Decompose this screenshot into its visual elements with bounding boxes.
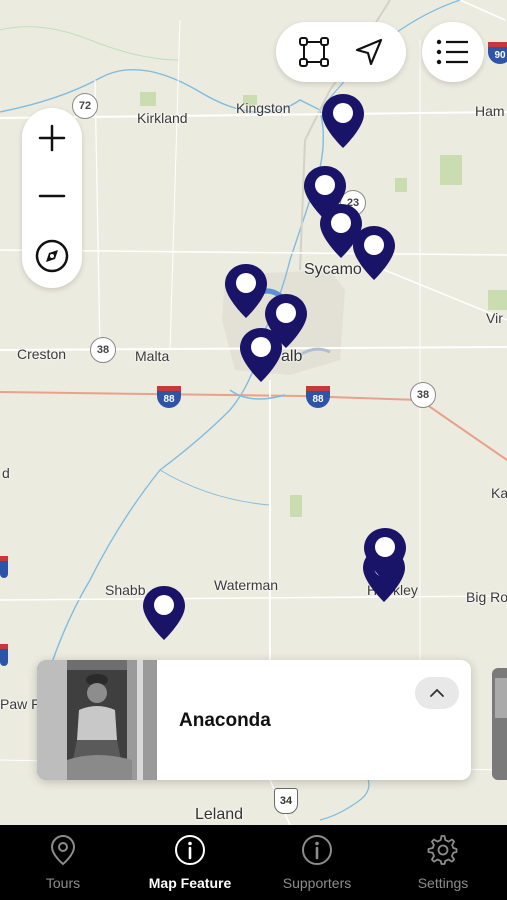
feature-photo	[492, 668, 507, 780]
compass-button[interactable]	[22, 226, 82, 286]
zoom-in-button[interactable]	[22, 108, 82, 168]
place-label: Ham	[475, 103, 505, 119]
place-label: Ka	[491, 485, 507, 501]
locate-button[interactable]	[336, 22, 401, 82]
interstate-shield: 90	[488, 42, 507, 64]
tab-label: Supporters	[282, 875, 352, 891]
info-icon	[302, 835, 332, 865]
interstate-shield	[0, 644, 8, 666]
place-label: alb	[281, 348, 303, 365]
map-view[interactable]: Kirkland Kingston Ham Sycamo Vir Creston…	[0, 0, 507, 825]
zoom-out-button[interactable]	[22, 166, 82, 226]
us-highway-shield: 34	[274, 788, 298, 814]
minus-icon	[38, 194, 66, 198]
tab-label: Settings	[417, 875, 469, 891]
place-label: Waterman	[214, 577, 279, 593]
feature-card[interactable]: Anaconda	[37, 660, 471, 780]
tab-settings[interactable]: Settings	[380, 825, 506, 900]
info-icon	[175, 835, 205, 865]
chevron-up-icon	[430, 688, 444, 697]
map-pin[interactable]	[320, 92, 366, 150]
map-pin[interactable]	[238, 326, 284, 384]
place-label: Big Ro	[466, 589, 507, 605]
place-label: Leland	[195, 806, 244, 823]
tab-label: Map Feature	[148, 875, 232, 891]
place-label: Paw P	[0, 696, 41, 712]
gear-icon	[427, 835, 458, 865]
place-label: Malta	[135, 348, 170, 364]
place-label: d	[2, 465, 10, 481]
select-area-icon	[298, 37, 329, 67]
feature-photo	[37, 660, 157, 780]
compass-icon	[35, 239, 69, 273]
expand-card-button[interactable]	[415, 677, 459, 709]
location-pin-icon	[50, 834, 76, 866]
interstate-shield	[0, 556, 8, 578]
place-label: Creston	[17, 346, 67, 362]
route-shield: 38	[90, 337, 116, 363]
tab-supporters[interactable]: Supporters	[254, 825, 380, 900]
place-label: Vir	[486, 310, 503, 326]
map-pin[interactable]	[141, 584, 187, 642]
list-icon	[436, 39, 468, 65]
map-pin[interactable]	[351, 224, 397, 282]
place-label: Kingston	[236, 100, 291, 116]
place-label: Shabb	[105, 582, 146, 598]
feature-title: Anaconda	[179, 710, 271, 731]
map-pin[interactable]	[362, 526, 408, 584]
tab-bar: Tours Map Feature Supporters Settings	[0, 825, 507, 900]
zoom-controls	[22, 108, 82, 288]
tab-label: Tours	[45, 875, 81, 891]
map-tools	[276, 22, 406, 82]
tab-tours[interactable]: Tours	[0, 825, 126, 900]
place-label: Kirkland	[137, 110, 188, 126]
navigation-arrow-icon	[355, 38, 382, 66]
tab-map-feature[interactable]: Map Feature	[127, 825, 253, 900]
next-feature-card-peek[interactable]	[492, 668, 507, 780]
route-shield: 38	[410, 382, 436, 408]
plus-icon	[38, 124, 66, 152]
list-button[interactable]	[422, 22, 484, 82]
